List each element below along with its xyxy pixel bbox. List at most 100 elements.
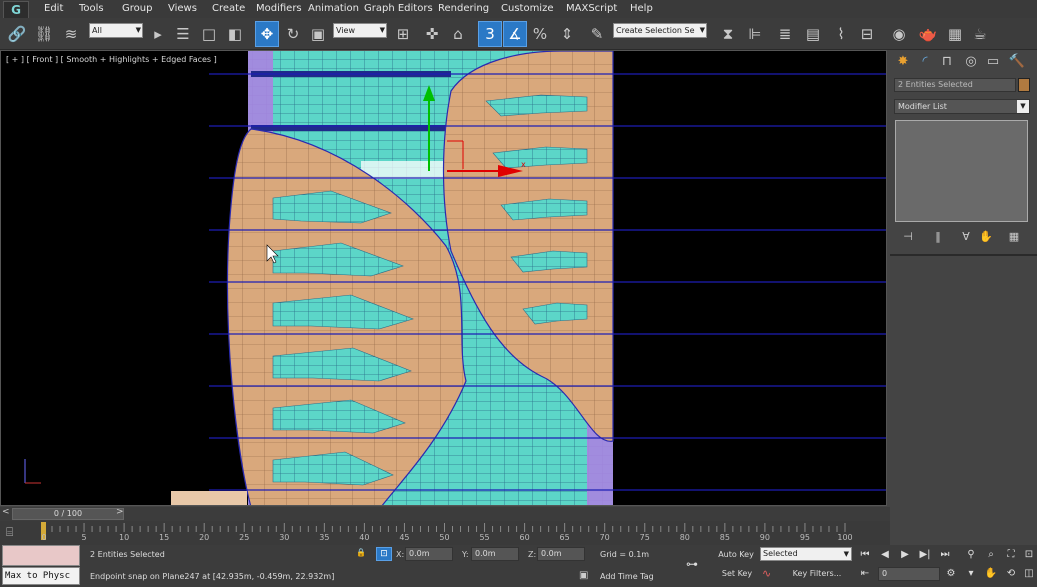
- rendered-frame-window-icon[interactable]: ▦: [943, 21, 967, 47]
- edit-named-selection-icon[interactable]: ✎: [585, 21, 609, 47]
- percent-snap-icon[interactable]: %: [528, 21, 552, 47]
- snaps-toggle-icon[interactable]: 3: [478, 21, 502, 47]
- previous-frame-icon[interactable]: ◀: [877, 548, 893, 562]
- keyboard-shortcut-override-icon[interactable]: ⌂: [446, 21, 470, 47]
- render-production-icon[interactable]: ☕: [968, 21, 992, 47]
- time-slider-prev-button[interactable]: <: [2, 507, 10, 517]
- render-setup-icon[interactable]: 🫖: [916, 21, 940, 47]
- select-and-move-icon[interactable]: ✥: [255, 21, 279, 47]
- modifier-list-dropdown[interactable]: Modifier List ▼: [894, 99, 1030, 114]
- menu-graph-editors[interactable]: Graph Editors: [364, 3, 433, 14]
- select-manipulate-icon[interactable]: ✜: [420, 21, 444, 47]
- link-icon[interactable]: 🔗: [5, 21, 29, 47]
- selection-name-field[interactable]: 2 Entities Selected: [894, 78, 1016, 92]
- maxscript-mini-listener[interactable]: Max to Physc: [2, 567, 80, 585]
- window-crossing-icon[interactable]: ◧: [223, 21, 247, 47]
- maxscript-listener-pink[interactable]: [2, 545, 80, 566]
- y-coordinate-field[interactable]: 0.0m: [471, 547, 519, 561]
- schematic-view-icon[interactable]: ⊟: [855, 21, 879, 47]
- menu-views[interactable]: Views: [168, 3, 197, 14]
- named-selection-dropdown[interactable]: Create Selection Se: [613, 23, 707, 38]
- open-mini-curve-editor-icon[interactable]: ⌸: [6, 525, 13, 540]
- next-frame-icon[interactable]: ▶|: [917, 548, 933, 562]
- pan-view-icon[interactable]: ✋: [983, 567, 999, 581]
- add-time-tag-button[interactable]: Add Time Tag: [600, 572, 654, 581]
- zoom-all-icon[interactable]: ⌕: [983, 548, 999, 562]
- angle-snap-icon[interactable]: ∡: [503, 21, 527, 47]
- select-by-name-icon[interactable]: ☰: [171, 21, 195, 47]
- lock-selection-icon[interactable]: 🔒: [356, 548, 366, 557]
- mirror-icon[interactable]: ⧗: [716, 21, 740, 47]
- menu-modifiers[interactable]: Modifiers: [256, 3, 302, 14]
- spinner-snap-icon[interactable]: ⇕: [555, 21, 579, 47]
- reference-coordinate-dropdown[interactable]: View: [333, 23, 387, 38]
- orbit-icon[interactable]: ⟲: [1003, 567, 1019, 581]
- menu-create[interactable]: Create: [212, 3, 245, 14]
- set-key-button[interactable]: Set Key: [718, 567, 756, 581]
- modifier-stack-view[interactable]: [895, 120, 1028, 222]
- x-coordinate-field[interactable]: 0.0m: [405, 547, 453, 561]
- field-of-view-icon[interactable]: ▾: [963, 567, 979, 581]
- align-icon[interactable]: ⊫: [743, 21, 767, 47]
- menu-customize[interactable]: Customize: [501, 3, 554, 14]
- key-tangent-icon[interactable]: ∿: [762, 567, 771, 580]
- play-icon[interactable]: ▶: [897, 548, 913, 562]
- front-viewport[interactable]: x [ + ] [ Front ] [ Smooth + Highlights …: [0, 50, 887, 506]
- trackbar[interactable]: ⌸ 0 5 10 15 20 25 30 35 40 45 50 55 60 65 70 75 80 85 90 95…: [0, 521, 890, 545]
- menu-group[interactable]: Group: [122, 3, 152, 14]
- graphite-ribbon-icon[interactable]: ▤: [801, 21, 825, 47]
- utilities-tab-icon[interactable]: 🔨: [1008, 53, 1026, 71]
- curve-editor-icon[interactable]: ⌇: [829, 21, 853, 47]
- rectangular-selection-icon[interactable]: □: [197, 21, 221, 47]
- auto-key-button[interactable]: Auto Key: [716, 548, 756, 562]
- motion-tab-icon[interactable]: ◎: [962, 53, 980, 71]
- object-color-swatch[interactable]: [1018, 78, 1030, 92]
- zoom-icon[interactable]: ⚲: [963, 548, 979, 562]
- time-tag-icon[interactable]: ▣: [579, 570, 588, 581]
- time-slider-next-button[interactable]: >: [116, 507, 124, 517]
- selection-filter-dropdown[interactable]: All: [89, 23, 143, 38]
- selection-count-text: 2 Entities Selected: [90, 550, 165, 559]
- unlink-icon[interactable]: ⛓: [32, 21, 56, 47]
- key-mode-dropdown[interactable]: Selected: [760, 547, 852, 561]
- pin-stack-icon[interactable]: ⊣: [900, 230, 916, 244]
- time-configuration-icon[interactable]: ⚙: [943, 567, 959, 581]
- configure-modifier-sets-icon[interactable]: ▦: [1006, 230, 1022, 244]
- current-frame-field[interactable]: 0: [878, 567, 940, 581]
- time-slider-handle[interactable]: 0 / 100: [12, 508, 124, 520]
- material-editor-icon[interactable]: ◉: [887, 21, 911, 47]
- menu-animation[interactable]: Animation: [308, 3, 359, 14]
- select-and-scale-icon[interactable]: ▣: [306, 21, 330, 47]
- viewport-label[interactable]: [ + ] [ Front ] [ Smooth + Highlights + …: [6, 55, 217, 64]
- menu-tools[interactable]: Tools: [79, 3, 104, 14]
- create-tab-icon[interactable]: ✸: [894, 53, 912, 71]
- z-coordinate-field[interactable]: 0.0m: [537, 547, 585, 561]
- bind-spacewarp-icon[interactable]: ≋: [59, 21, 83, 47]
- trackbar-tick-label: 55: [479, 533, 490, 542]
- select-object-icon[interactable]: ▸: [146, 21, 170, 47]
- app-logo-button[interactable]: G: [3, 1, 29, 19]
- menu-rendering[interactable]: Rendering: [438, 3, 489, 14]
- zoom-extents-all-icon[interactable]: ⊡: [1021, 548, 1037, 562]
- menu-help[interactable]: Help: [630, 3, 653, 14]
- pivot-center-icon[interactable]: ⊞: [391, 21, 415, 47]
- menu-maxscript[interactable]: MAXScript: [566, 3, 617, 14]
- make-unique-icon[interactable]: ∀: [958, 230, 974, 244]
- key-mode-toggle-icon[interactable]: ⇤: [857, 567, 873, 581]
- absolute-mode-transform-icon[interactable]: ⊡: [376, 547, 392, 561]
- go-to-end-icon[interactable]: ⏭: [937, 548, 953, 562]
- show-end-result-icon[interactable]: ‖: [930, 230, 946, 244]
- select-and-rotate-icon[interactable]: ↻: [281, 21, 305, 47]
- hierarchy-tab-icon[interactable]: ⊓: [938, 53, 956, 71]
- modify-tab-icon[interactable]: ◜: [916, 53, 934, 71]
- time-slider[interactable]: < 0 / 100 >: [0, 507, 890, 521]
- go-to-start-icon[interactable]: ⏮: [857, 548, 873, 562]
- zoom-extents-icon[interactable]: ⛶: [1003, 548, 1019, 562]
- remove-modifier-icon[interactable]: ✋: [978, 230, 994, 244]
- trackbar-tick-label: 30: [279, 533, 290, 542]
- layer-manager-icon[interactable]: ≣: [773, 21, 797, 47]
- display-tab-icon[interactable]: ▭: [984, 53, 1002, 71]
- menu-edit[interactable]: Edit: [44, 3, 63, 14]
- maximize-viewport-icon[interactable]: ◫: [1021, 567, 1037, 581]
- key-filters-button[interactable]: Key Filters...: [786, 567, 848, 581]
